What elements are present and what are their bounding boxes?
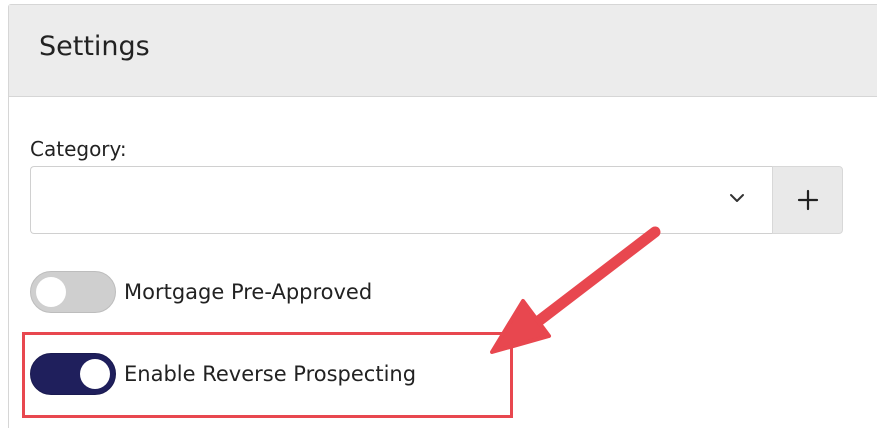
- card-header: Settings: [9, 5, 877, 97]
- mortgage-pre-approved-label[interactable]: Mortgage Pre-Approved: [124, 277, 372, 307]
- toggle-row-mortgage-pre-approved: Mortgage Pre-Approved: [30, 270, 372, 314]
- page: Settings Category: Mortgage Pre-Approved…: [0, 0, 877, 428]
- toggle-knob: [80, 359, 110, 389]
- enable-reverse-prospecting-toggle[interactable]: [30, 353, 116, 395]
- add-category-button[interactable]: [772, 166, 843, 234]
- mortgage-pre-approved-toggle[interactable]: [30, 271, 116, 313]
- enable-reverse-prospecting-label[interactable]: Enable Reverse Prospecting: [124, 359, 416, 389]
- toggle-knob: [36, 277, 66, 307]
- plus-icon: [797, 189, 818, 211]
- card-title: Settings: [39, 31, 150, 62]
- toggle-row-enable-reverse-prospecting: Enable Reverse Prospecting: [30, 352, 416, 396]
- chevron-down-icon: [730, 194, 744, 202]
- category-select[interactable]: [30, 166, 772, 234]
- category-label: Category:: [30, 137, 127, 161]
